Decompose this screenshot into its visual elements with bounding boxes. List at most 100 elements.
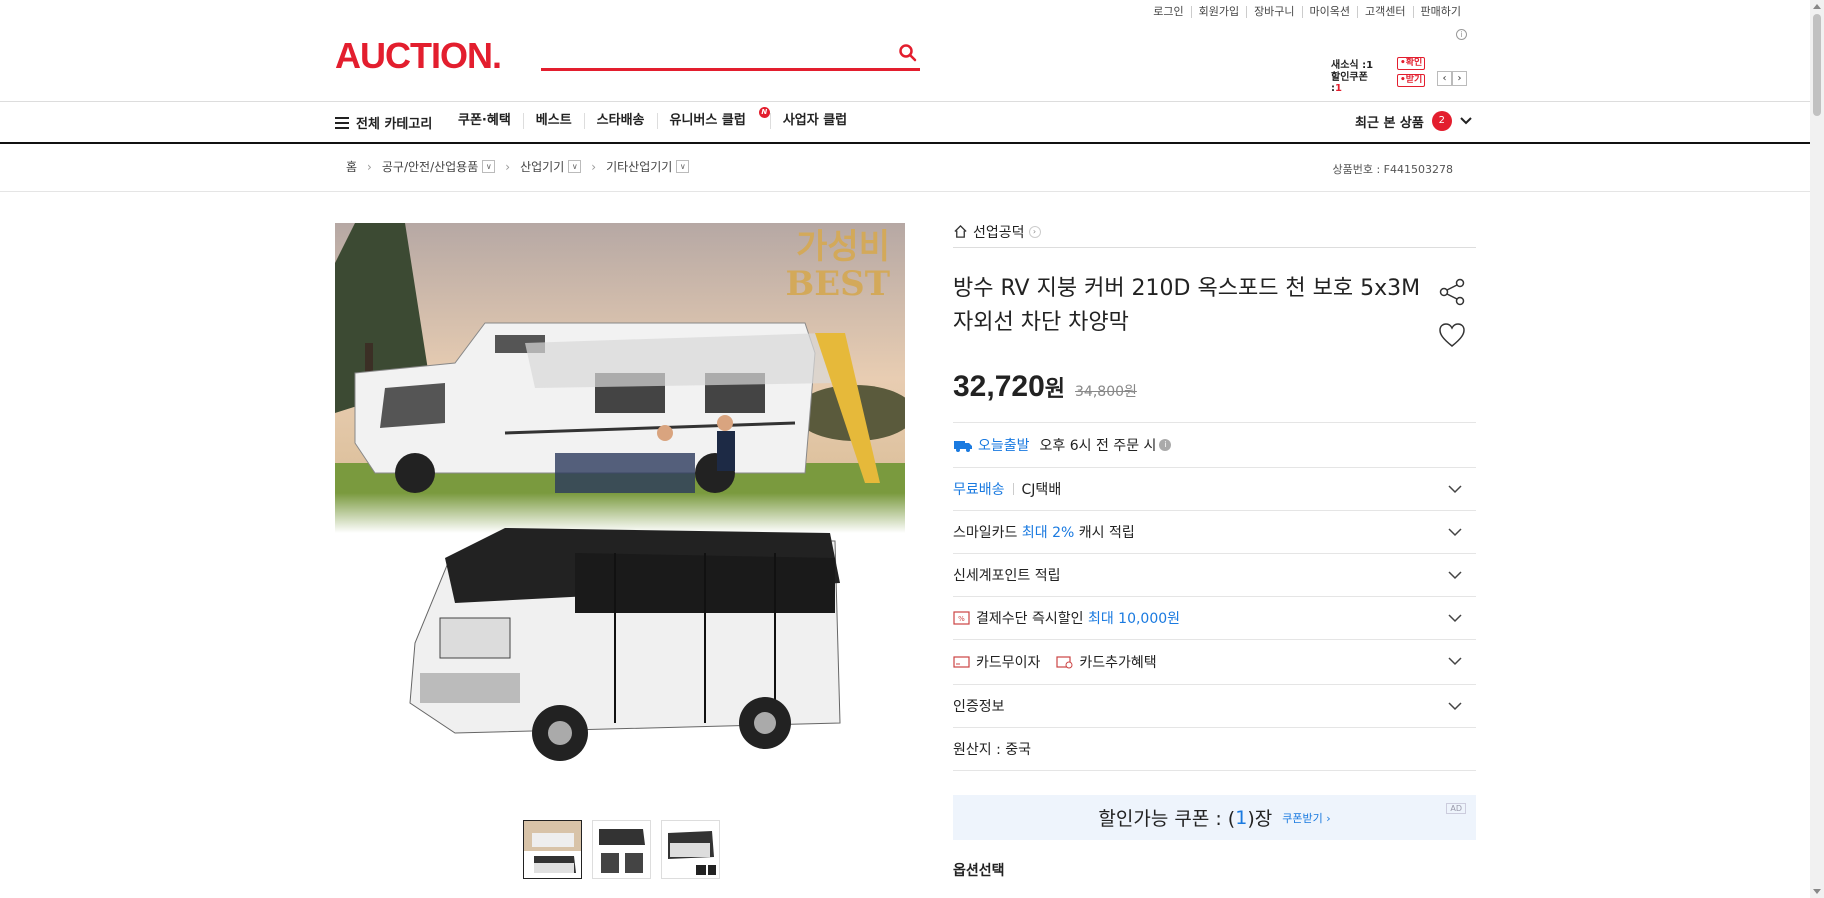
thumbnail-3[interactable]	[661, 820, 720, 879]
breadcrumb-item-1[interactable]: 공구/안전/산업용품	[382, 158, 478, 175]
customer-center-link[interactable]: 고객센터	[1357, 6, 1412, 18]
auction-logo[interactable]: AUCTION.	[335, 36, 502, 76]
smile-label: 스마일카드	[953, 525, 1018, 541]
share-icon[interactable]	[1438, 278, 1466, 306]
scroll-down-icon[interactable]	[1813, 889, 1821, 894]
option-select-title: 옵션선택	[953, 863, 1005, 879]
thumbnail-strip	[523, 820, 720, 879]
ad-badge: AD	[1446, 803, 1466, 814]
breadcrumb-item-3[interactable]: 기타산업기기	[606, 158, 672, 175]
signup-link[interactable]: 회원가입	[1190, 6, 1246, 18]
coupon-banner[interactable]: 할인가능 쿠폰 : (1)장 쿠폰받기 › AD	[953, 795, 1476, 840]
pay-highlight: 최대 10,000원	[1087, 611, 1181, 627]
nav-business-club[interactable]: 사업자 클럽	[769, 113, 859, 129]
home-icon	[954, 224, 967, 238]
hamburger-icon	[335, 116, 349, 129]
breadcrumb-bar: 홈 › 공구/안전/산업용품 ∨ › 산업기기 ∨ › 기타산업기기 ∨ 상품번…	[0, 145, 1810, 192]
card-interest-label: 카드무이자	[976, 655, 1041, 671]
truck-icon	[954, 441, 972, 452]
nav-coupon[interactable]: 쿠폰·혜택	[458, 113, 523, 129]
breadcrumb-home[interactable]: 홈	[346, 158, 357, 175]
news-check-button[interactable]: •확인	[1397, 57, 1426, 70]
discount-icon: %	[953, 611, 970, 625]
shinsegae-row[interactable]: 신세계포인트 적립	[953, 554, 1476, 597]
seller-link[interactable]: 선업공덕 ›	[953, 222, 1476, 248]
dropdown-icon[interactable]: ∨	[482, 160, 496, 173]
breadcrumb-item-2[interactable]: 산업기기	[520, 158, 564, 175]
shipping-row[interactable]: 무료배송 CJ택배	[953, 468, 1476, 511]
chevron-right-icon: ›	[1028, 225, 1041, 238]
image-badge-line2: BEST	[785, 264, 890, 304]
search-icon[interactable]	[898, 43, 918, 63]
chevron-down-icon[interactable]	[1448, 699, 1462, 713]
smile-card-row[interactable]: 스마일카드 최대 2% 캐시 적립	[953, 511, 1476, 554]
prev-arrow-icon[interactable]: ‹	[1437, 71, 1452, 86]
product-title: 방수 RV 지붕 커버 210D 옥스포드 천 보호 5x3M 자외선 차단 차…	[953, 276, 1421, 335]
today-label: 오늘출발	[978, 438, 1030, 454]
chevron-down-icon[interactable]	[1448, 482, 1462, 496]
coupon-count: 1	[1235, 806, 1248, 829]
all-category-button[interactable]: 전체 카테고리	[335, 113, 432, 132]
today-desc: 오후 6시 전 주문 시	[1039, 438, 1157, 454]
payment-discount-row[interactable]: % 결제수단 즉시할인 최대 10,000원	[953, 597, 1476, 640]
search-input[interactable]	[541, 42, 891, 66]
card-extra-label: 카드추가혜택	[1079, 655, 1157, 671]
price-row: 32,720 원 34,800원	[953, 370, 1476, 423]
scroll-thumb[interactable]	[1813, 14, 1821, 116]
coupon-receive-button[interactable]: •받기	[1397, 74, 1426, 87]
utility-links: 로그인 회원가입 장바구니 마이옥션 고객센터 판매하기	[1146, 6, 1468, 18]
chevron-down-icon[interactable]	[1448, 525, 1462, 539]
dropdown-icon[interactable]: ∨	[676, 160, 690, 173]
my-auction-link[interactable]: 마이옥션	[1301, 6, 1357, 18]
smile-highlight: 최대 2%	[1021, 525, 1075, 541]
sale-price: 32,720	[953, 370, 1045, 403]
next-arrow-icon[interactable]: ›	[1452, 71, 1467, 86]
mini-notice-widget: 새소식 :1 •확인 할인쿠폰 :1 •받기	[1331, 55, 1426, 94]
origin-row: 원산지 : 중국	[953, 728, 1476, 771]
page-scrollbar[interactable]	[1810, 0, 1824, 898]
certification-row[interactable]: 인증정보	[953, 685, 1476, 728]
info-icon[interactable]: i	[1456, 29, 1467, 40]
cert-label: 인증정보	[953, 699, 1005, 715]
dropdown-icon[interactable]: ∨	[568, 160, 582, 173]
pay-label: 결제수단 즉시할인	[976, 611, 1084, 627]
recent-products-button[interactable]: 최근 본 상품 2	[1355, 111, 1472, 131]
cart-link[interactable]: 장바구니	[1246, 6, 1301, 18]
smile-suffix: 캐시 적립	[1078, 525, 1135, 541]
nav-star-delivery[interactable]: 스타배송	[583, 113, 657, 129]
coupon-label: 할인쿠폰 :1	[1331, 71, 1368, 94]
global-nav: 전체 카테고리 쿠폰·혜택 베스트 스타배송 유니버스 클럽 N 사업자 클럽 최…	[0, 101, 1810, 144]
new-badge: N	[758, 107, 770, 118]
product-main-image[interactable]: 가성비 BEST	[335, 223, 905, 793]
heart-icon[interactable]	[1438, 322, 1466, 350]
original-price: 34,800원	[1075, 384, 1137, 400]
chevron-down-icon[interactable]	[1448, 654, 1462, 668]
card-icon	[953, 656, 970, 668]
nav-universe-club[interactable]: 유니버스 클럽 N	[656, 107, 770, 129]
recent-count-badge: 2	[1431, 111, 1452, 131]
chevron-down-icon[interactable]	[1448, 611, 1462, 625]
image-badge-line1: 가성비	[796, 227, 890, 267]
currency: 원	[1044, 377, 1066, 402]
chevron-right-icon: ›	[367, 159, 372, 174]
thumbnail-2[interactable]	[592, 820, 651, 879]
product-number: 상품번호 : F441503278	[1332, 163, 1454, 176]
card-plus-icon	[1056, 656, 1073, 669]
coupon-label-text: 할인가능 쿠폰 : (	[1098, 808, 1236, 830]
login-link[interactable]: 로그인	[1146, 6, 1190, 18]
scroll-up-icon[interactable]	[1813, 4, 1821, 9]
divider	[1012, 483, 1014, 495]
thumbnail-1[interactable]	[523, 820, 582, 879]
shinsegae-label: 신세계포인트 적립	[953, 568, 1061, 584]
seller-name: 선업공덕	[973, 224, 1025, 241]
courier: CJ택배	[1021, 482, 1062, 498]
info-icon[interactable]: i	[1159, 439, 1172, 451]
chevron-down-icon[interactable]	[1448, 568, 1462, 582]
sell-link[interactable]: 판매하기	[1412, 6, 1468, 18]
chevron-right-icon: ›	[505, 159, 511, 174]
coupon-get-link[interactable]: 쿠폰받기 ›	[1282, 810, 1330, 826]
search-underline	[541, 68, 920, 71]
gnb-menu: 쿠폰·혜택 베스트 스타배송 유니버스 클럽 N 사업자 클럽	[458, 107, 859, 129]
card-benefit-row[interactable]: 카드무이자 카드추가혜택	[953, 640, 1476, 685]
nav-best[interactable]: 베스트	[522, 113, 584, 129]
